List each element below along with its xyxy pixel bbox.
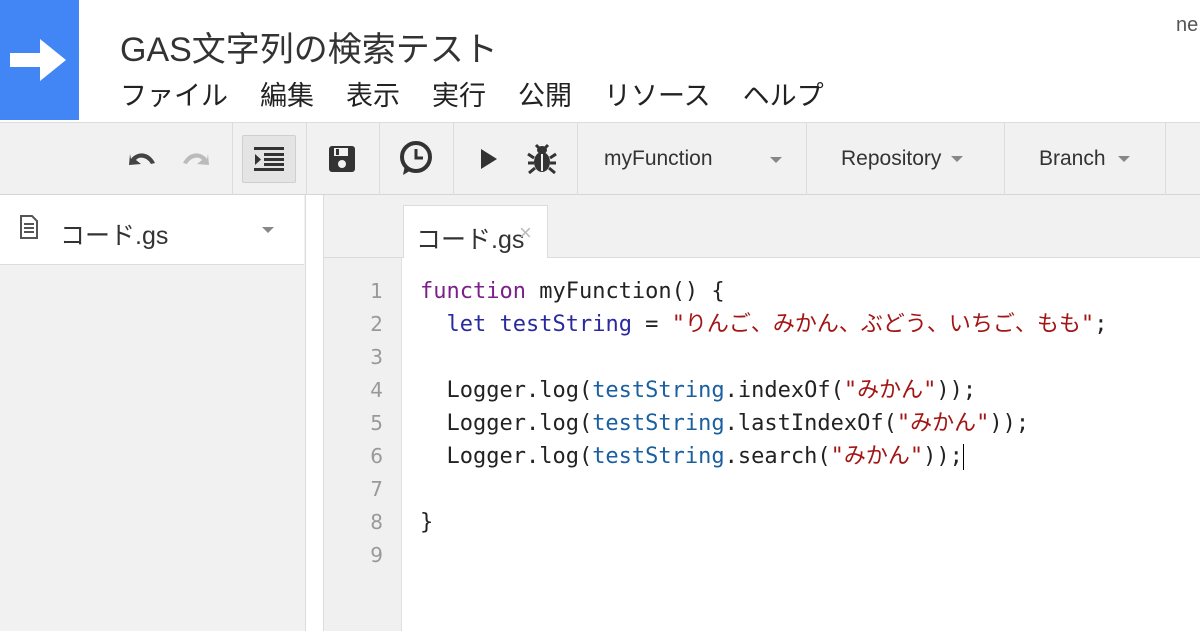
branch-dropdown[interactable]: Branch: [1039, 123, 1130, 195]
line-number-gutter: 1 2 3 4 5 6 7 8 9: [324, 258, 402, 631]
code-token: ));: [989, 411, 1030, 436]
menu-edit[interactable]: 編集: [260, 74, 314, 113]
menu-run[interactable]: 実行: [432, 74, 486, 113]
menu-bar: ファイル 編集 表示 実行 公開 リソース ヘルプ: [120, 74, 856, 113]
repository-label: Repository: [841, 147, 942, 170]
arrow-right-icon: [9, 39, 66, 81]
code-line[interactable]: let testString = "りんご、みかん、ぶどう、いちご、もも";: [420, 308, 1107, 341]
code-token: testString: [592, 378, 725, 403]
chevron-down-icon: [770, 157, 782, 163]
undo-icon: [129, 153, 155, 165]
code-token: "みかん": [896, 411, 990, 436]
code-token: ;: [1094, 312, 1108, 337]
menu-help[interactable]: ヘルプ: [743, 74, 824, 113]
line-number: 8: [370, 510, 383, 534]
code-token: .lastIndexOf(: [724, 411, 897, 436]
code-token: .indexOf(: [724, 378, 844, 403]
run-icon: [481, 149, 497, 169]
branch-label: Branch: [1039, 147, 1106, 170]
toolbar-divider: [306, 123, 307, 195]
code-token: .search(: [724, 444, 831, 469]
code-token: testString: [592, 444, 725, 469]
code-line[interactable]: Logger.log(testString.search("みかん"));: [420, 440, 964, 473]
apps-script-logo[interactable]: [0, 0, 79, 120]
code-token: "みかん": [843, 378, 937, 403]
menu-resources[interactable]: リソース: [604, 74, 711, 113]
line-number: 5: [370, 411, 383, 435]
triggers-button[interactable]: [394, 137, 438, 181]
menu-file[interactable]: ファイル: [120, 74, 228, 113]
code-editor: コード.gs × 1 2 3 4 5 6 7 8 9 function myFunction()…: [323, 195, 1200, 631]
repository-dropdown[interactable]: Repository: [841, 123, 964, 195]
code-line[interactable]: }: [420, 506, 433, 539]
line-number: 4: [370, 378, 383, 402]
indent-toggle-button[interactable]: [242, 135, 296, 183]
line-number: 3: [370, 345, 383, 369]
file-panel: コード.gs: [0, 195, 306, 631]
debug-bug-icon: [527, 143, 557, 175]
run-button[interactable]: [472, 143, 506, 175]
redo-icon: [183, 153, 209, 165]
save-icon: [329, 146, 355, 172]
code-token: Logger.log(: [420, 378, 593, 403]
toolbar: myFunction Repository Branch: [0, 122, 1200, 195]
code-token: "りんご、みかん、ぶどう、いちご、もも": [671, 312, 1095, 337]
code-area[interactable]: function myFunction() { let testString =…: [403, 258, 1200, 631]
line-number: 2: [370, 312, 383, 336]
code-token: ));: [936, 378, 977, 403]
panel-gap: [307, 195, 323, 631]
header: GAS文字列の検索テスト ファイル 編集 表示 実行 公開 リソース ヘルプ n…: [0, 0, 1200, 122]
code-token: }: [420, 510, 434, 535]
tab-strip: コード.gs ×: [324, 195, 1200, 259]
redo-button[interactable]: [176, 143, 216, 175]
line-number: 1: [370, 279, 383, 303]
undo-button[interactable]: [122, 143, 162, 175]
text-cursor: [962, 444, 964, 470]
user-account[interactable]: ne: [1176, 14, 1200, 37]
triggers-clock-icon: [400, 141, 432, 175]
code-token: Logger.log(: [420, 444, 593, 469]
tab-code-gs[interactable]: コード.gs ×: [403, 205, 548, 259]
project-title[interactable]: GAS文字列の検索テスト: [120, 22, 498, 71]
chevron-down-icon: [951, 156, 964, 162]
code-token: ));: [923, 444, 963, 469]
toolbar-divider: [577, 123, 578, 195]
file-item[interactable]: コード.gs: [0, 195, 304, 265]
code-token: function: [420, 279, 526, 304]
code-token: myFunction() {: [525, 279, 725, 304]
code-token: =: [631, 312, 672, 337]
file-menu-chevron-icon[interactable]: [262, 227, 274, 233]
chevron-down-icon: [1117, 156, 1130, 162]
toolbar-divider: [232, 123, 233, 195]
code-token: testString: [499, 312, 632, 337]
code-token: testString: [592, 411, 725, 436]
debug-button[interactable]: [522, 139, 562, 179]
menu-view[interactable]: 表示: [346, 74, 400, 113]
tab-label: コード.gs: [416, 226, 525, 254]
toolbar-divider: [453, 123, 454, 195]
line-number: 6: [370, 444, 383, 468]
code-line[interactable]: Logger.log(testString.lastIndexOf("みかん")…: [420, 407, 1029, 440]
code-line[interactable]: function myFunction() {: [420, 275, 725, 308]
code-token: "みかん": [830, 444, 924, 469]
indent-icon: [254, 147, 284, 171]
code-line[interactable]: Logger.log(testString.indexOf("みかん"));: [420, 374, 976, 407]
save-button[interactable]: [320, 141, 364, 177]
document-icon: [20, 215, 38, 239]
code-token: Logger.log(: [420, 411, 593, 436]
toolbar-divider: [1004, 123, 1005, 195]
file-name: コード.gs: [60, 222, 169, 250]
close-icon[interactable]: ×: [519, 220, 532, 246]
code-token: let: [420, 312, 487, 337]
function-select-value: myFunction: [604, 147, 713, 170]
line-number: 9: [370, 543, 383, 567]
function-select[interactable]: myFunction: [604, 123, 804, 195]
toolbar-divider: [806, 123, 807, 195]
menu-publish[interactable]: 公開: [518, 74, 572, 113]
line-number: 7: [370, 477, 383, 501]
toolbar-divider: [1165, 123, 1166, 195]
toolbar-divider: [379, 123, 380, 195]
